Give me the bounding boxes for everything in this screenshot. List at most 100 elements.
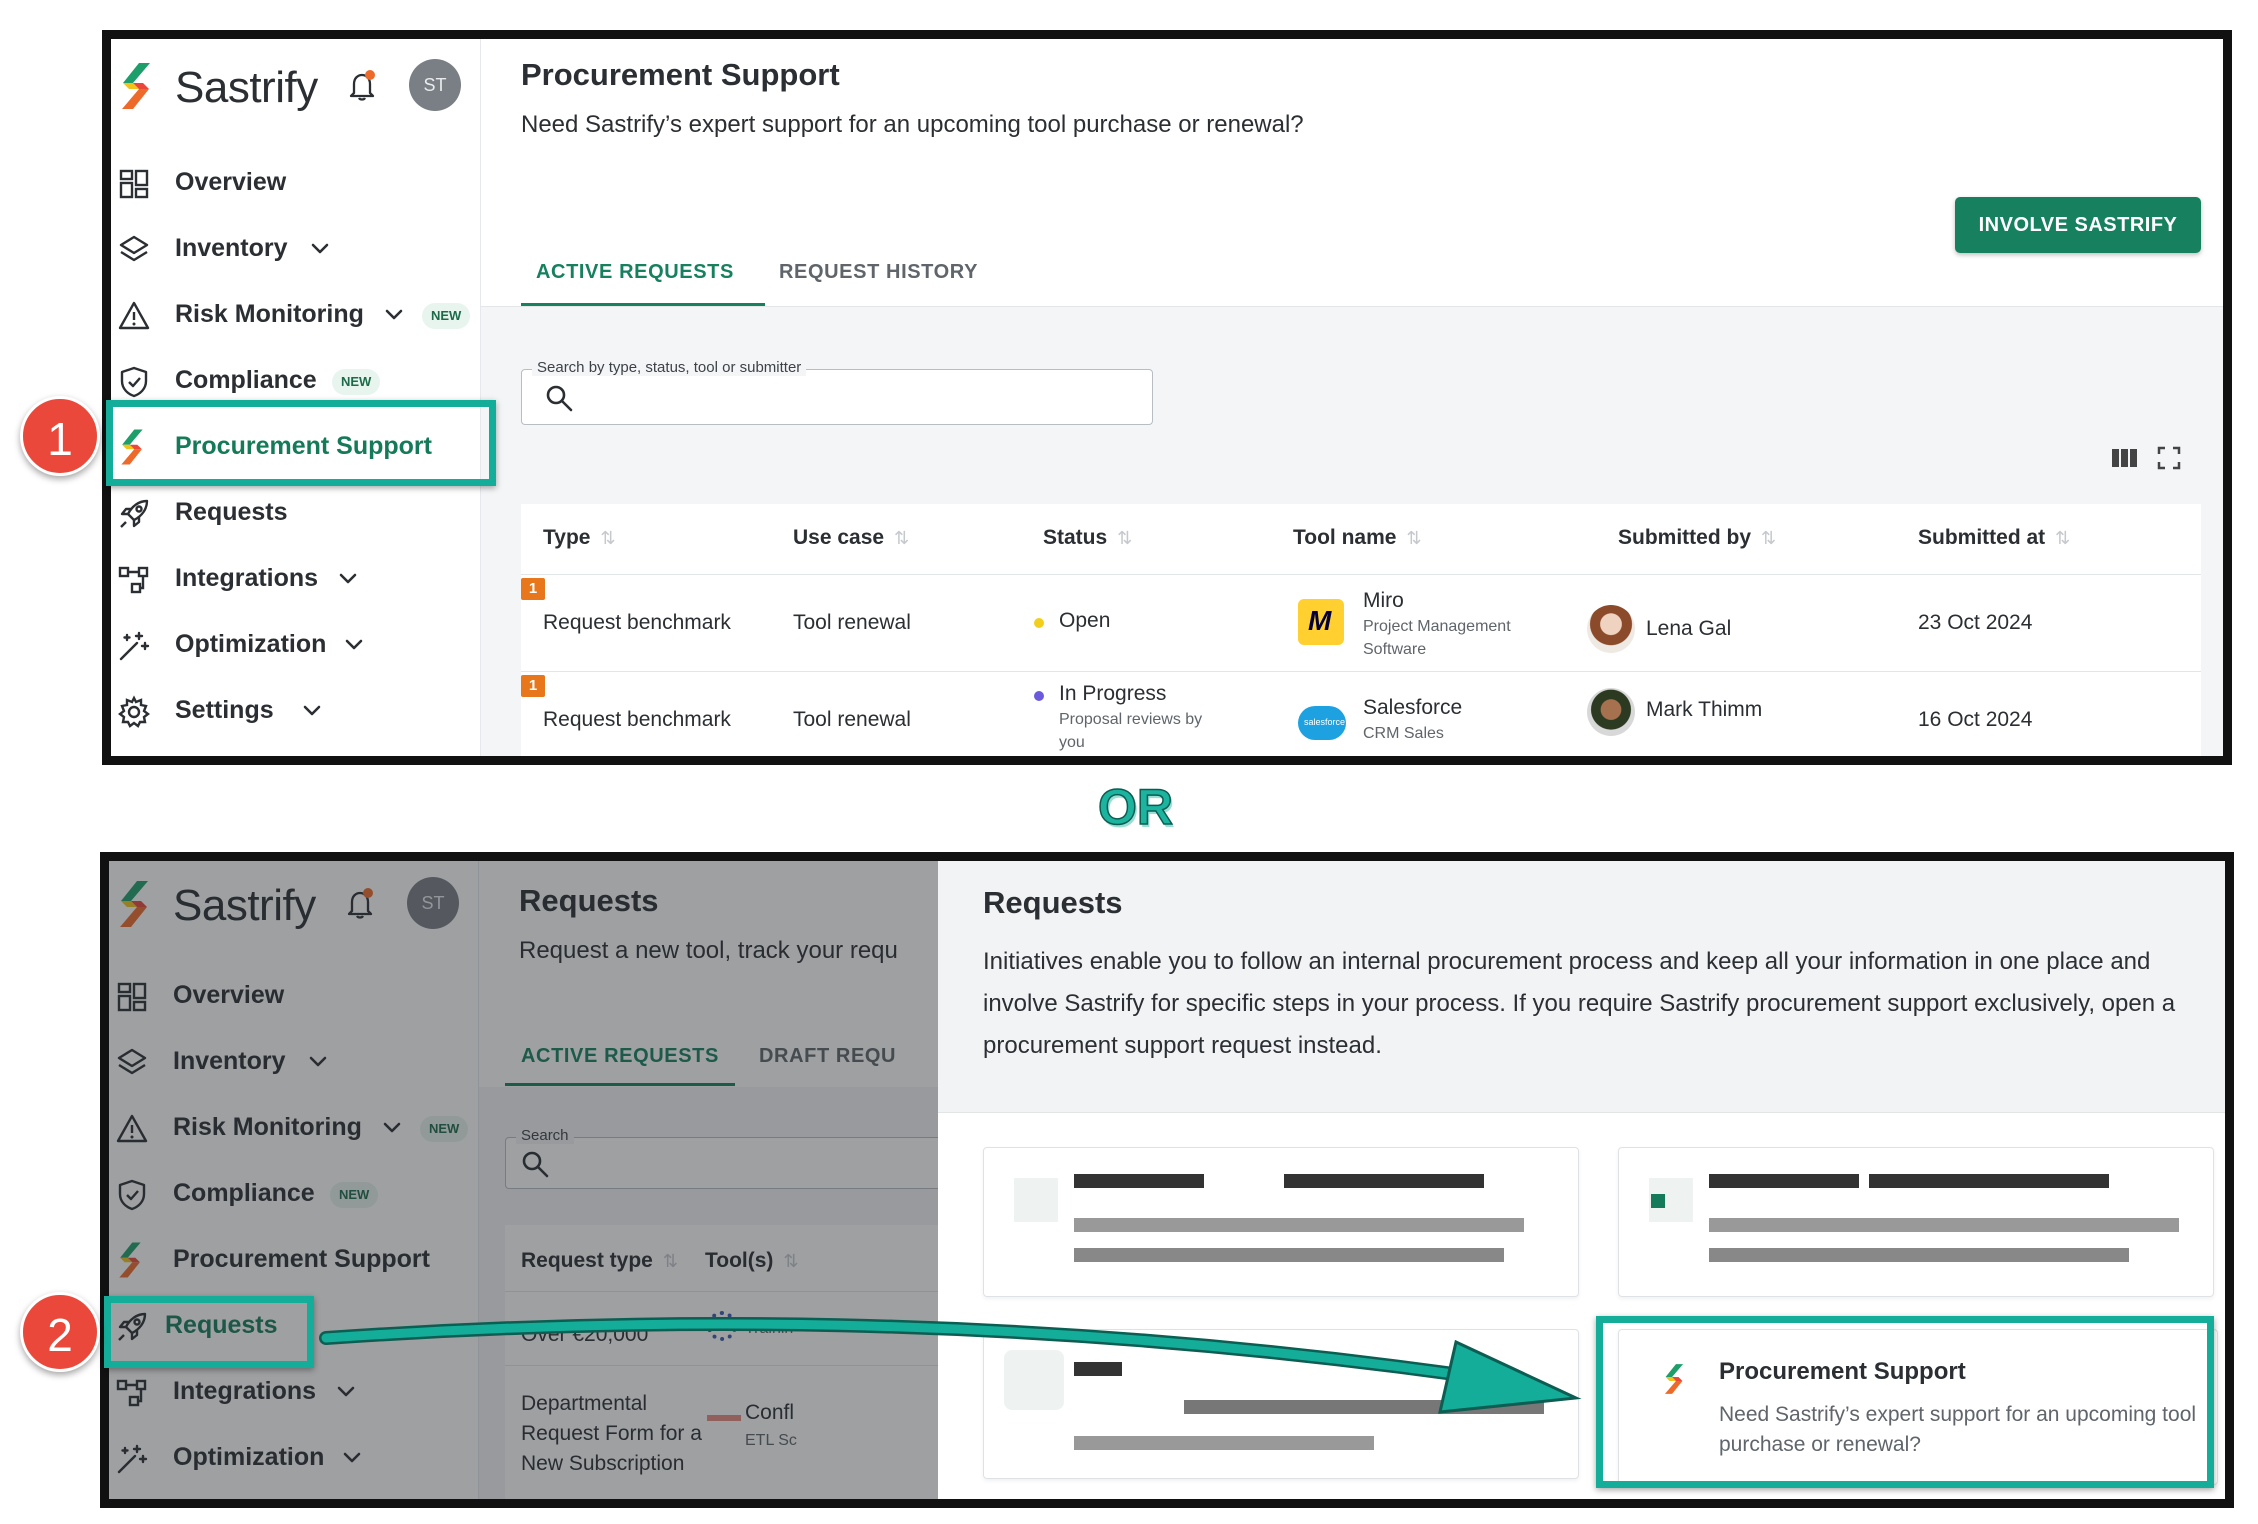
rocket-icon [117, 497, 151, 531]
sidebar-item-settings[interactable]: Settings [111, 682, 481, 742]
column-header-use-case[interactable]: Use case ⇅ [793, 526, 909, 550]
column-header-tool-name[interactable]: Tool name ⇅ [1293, 526, 1422, 550]
cell-type: Request benchmark [543, 708, 731, 731]
sort-icon[interactable]: ⇅ [894, 528, 909, 549]
step-2-callout: 2 [20, 1292, 100, 1372]
cell-submitted-by: Lena Gal [1646, 617, 1732, 640]
column-header-label: Tool name [1293, 526, 1397, 549]
cell-type: Request benchmark [543, 611, 731, 634]
shield-icon [117, 365, 151, 399]
blurred-text [1869, 1174, 2109, 1188]
sidebar: Sastrify ST Overview Inventory Risk Moni… [111, 39, 481, 756]
column-header-label: Submitted at [1918, 526, 2046, 549]
sidebar-item-label: Overview [175, 168, 287, 196]
column-header-label: Type [543, 526, 591, 549]
search-input[interactable]: Search by type, status, tool or submitte… [521, 359, 1153, 425]
rank-badge: 1 [521, 578, 545, 600]
card-icon [1014, 1178, 1058, 1222]
brand-name: Sastrify [175, 63, 318, 112]
cell-submitted-at: 23 Oct 2024 [1918, 611, 2033, 634]
status-dot [1034, 691, 1044, 701]
column-header-submitted-by[interactable]: Submitted by ⇅ [1618, 526, 1776, 550]
page-subtitle: Need Sastrify’s expert support for an up… [521, 111, 1304, 138]
requests-table: Type ⇅ Use case ⇅ Status ⇅ Tool name ⇅ Submi… [521, 504, 2201, 756]
step-1-callout: 1 [20, 396, 100, 476]
sidebar-item-label: Compliance [175, 366, 317, 394]
cell-tool-name: Salesforce [1363, 696, 1463, 719]
cell-submitted-at: 16 Oct 2024 [1918, 708, 2033, 731]
sidebar-item-label: Risk Monitoring [175, 300, 364, 328]
user-avatar[interactable]: ST [409, 59, 461, 111]
sort-icon[interactable]: ⇅ [2055, 528, 2070, 549]
cell-tool-name: Miro [1363, 589, 1404, 612]
chevron-down-icon[interactable] [381, 302, 407, 328]
rank-badge: 1 [521, 675, 545, 697]
sidebar-item-risk-monitoring[interactable]: Risk Monitoring NEW [111, 286, 481, 346]
request-type-card[interactable] [983, 1147, 1579, 1297]
cell-tool-category: Project Management Software [1363, 618, 1511, 658]
main-content: Procurement Support Need Sastrify’s expe… [481, 39, 2223, 756]
page-title: Procurement Support [521, 57, 840, 92]
chevron-down-icon[interactable] [341, 632, 367, 658]
salesforce-logo-icon: salesforce [1298, 706, 1346, 740]
sidebar-item-overview[interactable]: Overview [111, 154, 481, 214]
blurred-text [1074, 1248, 1504, 1262]
search-legend: Search by type, status, tool or submitte… [532, 359, 807, 376]
sparkle-icon [117, 629, 151, 663]
sidebar-item-optimization[interactable]: Optimization [111, 616, 481, 676]
highlight-procurement-card [1596, 1316, 2214, 1488]
sastrify-logo-icon [119, 61, 153, 111]
blurred-text [1074, 1218, 1524, 1232]
avatar [1587, 688, 1635, 736]
pointer-arrow [319, 1316, 1582, 1414]
sort-icon[interactable]: ⇅ [1406, 528, 1421, 549]
column-header-label: Use case [793, 526, 885, 549]
cell-submitted-by: Mark Thimm [1646, 698, 1763, 721]
column-header-status[interactable]: Status ⇅ [1043, 526, 1132, 550]
highlight-procurement-support [106, 400, 496, 486]
columns-icon[interactable] [2111, 446, 2139, 470]
request-type-card[interactable] [1618, 1147, 2214, 1297]
column-header-label: Submitted by [1618, 526, 1752, 549]
content-area: Search by type, status, tool or submitte… [481, 307, 2223, 756]
blurred-text [1284, 1174, 1484, 1188]
cell-status: In Progress [1059, 682, 1167, 705]
avatar [1587, 605, 1635, 653]
sort-icon[interactable]: ⇅ [1117, 528, 1132, 549]
tab-request-history[interactable]: REQUEST HISTORY [779, 261, 978, 284]
sort-icon[interactable]: ⇅ [600, 528, 615, 549]
table-row[interactable]: 1 Request benchmark Tool renewal Open M … [521, 575, 2201, 671]
cell-status: Open [1059, 609, 1111, 632]
search-icon [544, 383, 574, 413]
blurred-text [1709, 1248, 2129, 1262]
fullscreen-icon[interactable] [2157, 446, 2181, 470]
table-row[interactable]: 1 Request benchmark Tool renewal In Prog… [521, 672, 2201, 756]
involve-sastrify-button[interactable]: INVOLVE SASTRIFY [1955, 197, 2201, 253]
sidebar-item-requests[interactable]: Requests [111, 484, 481, 544]
miro-logo-icon: M [1298, 599, 1344, 645]
cell-use-case: Tool renewal [793, 708, 911, 731]
warning-icon [117, 299, 151, 333]
sidebar-item-label: Optimization [175, 630, 327, 658]
sort-icon[interactable]: ⇅ [1761, 528, 1776, 549]
status-dot [1034, 618, 1044, 628]
tab-active-requests[interactable]: ACTIVE REQUESTS [536, 261, 734, 284]
card-icon [1649, 1178, 1693, 1222]
modal-description: Initiatives enable you to follow an inte… [983, 948, 2176, 1059]
new-badge: NEW [422, 303, 471, 329]
modal-title: Requests [983, 885, 1123, 920]
sidebar-item-label: Requests [175, 498, 288, 526]
new-badge: NEW [332, 369, 381, 395]
sidebar-item-label: Settings [175, 696, 274, 724]
cell-use-case: Tool renewal [793, 611, 911, 634]
sidebar-item-integrations[interactable]: Integrations [111, 550, 481, 610]
bell-icon[interactable] [347, 69, 377, 103]
blurred-text [1709, 1218, 2179, 1232]
column-header-type[interactable]: Type ⇅ [543, 526, 616, 550]
column-header-submitted-at[interactable]: Submitted at ⇅ [1918, 526, 2070, 550]
chevron-down-icon[interactable] [299, 698, 325, 724]
chevron-down-icon[interactable] [307, 236, 333, 262]
top-screenshot-panel: Sastrify ST Overview Inventory Risk Moni… [102, 30, 2232, 765]
chevron-down-icon[interactable] [335, 566, 361, 592]
sidebar-item-inventory[interactable]: Inventory [111, 220, 481, 280]
